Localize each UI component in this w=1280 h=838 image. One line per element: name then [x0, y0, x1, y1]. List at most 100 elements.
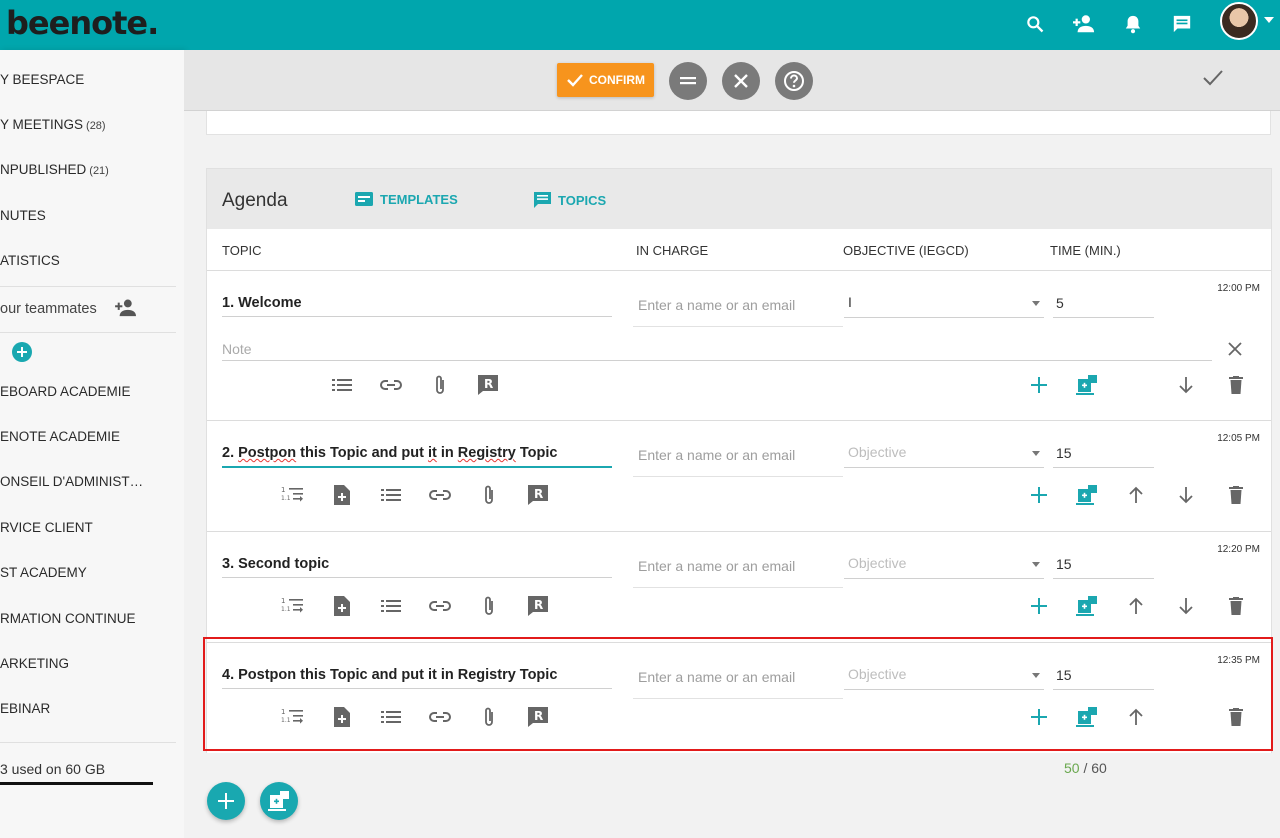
topic-title-input[interactable]: 4. Postpon this Topic and put it in Regi…: [222, 667, 612, 689]
attachment-icon[interactable]: [478, 484, 500, 506]
sidebar-item-my-meetings[interactable]: Y MEETINGS (28): [0, 117, 184, 132]
add-break-icon[interactable]: [1076, 595, 1098, 617]
move-down-icon[interactable]: [1175, 484, 1197, 506]
delete-icon[interactable]: [1225, 374, 1247, 396]
add-person-icon[interactable]: [1069, 9, 1099, 39]
time-input[interactable]: 15: [1053, 445, 1154, 468]
sidebar-item-unpublished[interactable]: NPUBLISHED (21): [0, 162, 184, 177]
objective-select[interactable]: I: [844, 288, 1044, 318]
numbered-list-icon[interactable]: 1 1.1: [281, 706, 303, 728]
move-up-icon[interactable]: [1125, 595, 1147, 617]
confirm-button[interactable]: CONFIRM: [557, 63, 654, 97]
in-charge-input[interactable]: Enter a name or an email: [633, 657, 843, 699]
minus-icon: [680, 77, 696, 85]
delete-icon[interactable]: [1225, 595, 1247, 617]
list-icon[interactable]: [380, 706, 402, 728]
sidebar-item-minutes[interactable]: NUTES: [0, 208, 184, 223]
add-break-button[interactable]: [260, 782, 298, 820]
objective-select[interactable]: Objective: [844, 549, 1044, 579]
column-topic: TOPIC: [222, 243, 262, 258]
sidebar-item-enote-academie[interactable]: ENOTE ACADEMIE: [0, 429, 184, 444]
chevron-down-icon: [1032, 673, 1040, 678]
move-down-icon[interactable]: [1175, 374, 1197, 396]
registry-icon[interactable]: R: [527, 706, 549, 728]
sidebar-item-teammates[interactable]: our teammates: [0, 301, 184, 317]
svg-text:R: R: [534, 709, 543, 723]
list-icon[interactable]: [380, 595, 402, 617]
add-space-icon[interactable]: [12, 342, 32, 362]
minimize-button[interactable]: [669, 62, 707, 100]
sidebar-item-marketing[interactable]: ARKETING: [0, 656, 184, 671]
templates-label: TEMPLATES: [380, 191, 458, 207]
registry-icon[interactable]: R: [527, 595, 549, 617]
attachment-icon[interactable]: [429, 374, 451, 396]
topic-title-input[interactable]: 2. Postpon this Topic and put it in Regi…: [222, 445, 612, 468]
templates-link[interactable]: TEMPLATES: [354, 191, 458, 207]
delete-icon[interactable]: [1225, 484, 1247, 506]
sidebar-item-statistics[interactable]: ATISTICS: [0, 253, 184, 268]
add-document-icon[interactable]: [331, 595, 353, 617]
numbered-list-icon[interactable]: 1 1.1: [281, 595, 303, 617]
in-charge-input[interactable]: Enter a name or an email: [633, 285, 843, 327]
in-charge-input[interactable]: Enter a name or an email: [633, 546, 843, 588]
chevron-down-icon[interactable]: [1264, 17, 1274, 23]
start-time: 12:35 PM: [1217, 655, 1260, 666]
add-document-icon[interactable]: [331, 706, 353, 728]
templates-icon: [355, 192, 373, 206]
search-icon[interactable]: [1020, 9, 1050, 39]
add-subtopic-icon[interactable]: [1028, 484, 1050, 506]
add-topic-button[interactable]: [207, 782, 245, 820]
delete-icon[interactable]: [1225, 706, 1247, 728]
beenote-logo[interactable]: beenote.: [6, 4, 159, 42]
move-up-icon[interactable]: [1125, 706, 1147, 728]
link-icon[interactable]: [429, 706, 451, 728]
add-teammate-icon[interactable]: [114, 298, 138, 323]
registry-icon[interactable]: R: [477, 374, 499, 396]
list-icon[interactable]: [380, 484, 402, 506]
sidebar-item-conseil[interactable]: ONSEIL D'ADMINISTRA...: [0, 474, 184, 489]
sidebar-item-my-beespace[interactable]: Y BEESPACE: [0, 72, 184, 87]
bell-icon[interactable]: [1118, 9, 1148, 39]
link-icon[interactable]: [429, 595, 451, 617]
registry-icon[interactable]: R: [527, 484, 549, 506]
list-icon[interactable]: [331, 374, 353, 396]
close-note-icon[interactable]: [1227, 341, 1243, 357]
sidebar-item-eboard-academie[interactable]: EBOARD ACADEMIE: [0, 384, 184, 399]
objective-select[interactable]: Objective: [844, 660, 1044, 690]
chevron-down-icon: [1032, 301, 1040, 306]
add-break-icon[interactable]: [1076, 706, 1098, 728]
note-input[interactable]: Note: [222, 341, 1212, 361]
svg-text:1: 1: [281, 597, 285, 605]
add-break-icon[interactable]: [1076, 374, 1098, 396]
add-break-icon[interactable]: [1076, 484, 1098, 506]
sidebar-item-webinar[interactable]: EBINAR: [0, 701, 184, 716]
help-button[interactable]: [775, 62, 813, 100]
move-down-icon[interactable]: [1175, 595, 1197, 617]
attachment-icon[interactable]: [478, 595, 500, 617]
sidebar-item-test-academy[interactable]: ST ACADEMY: [0, 565, 184, 580]
time-input[interactable]: 15: [1053, 556, 1154, 579]
chat-icon[interactable]: [1167, 9, 1197, 39]
done-check-icon[interactable]: [1202, 69, 1226, 93]
add-subtopic-icon[interactable]: [1028, 374, 1050, 396]
cancel-button[interactable]: [722, 62, 760, 100]
objective-select[interactable]: Objective: [844, 438, 1044, 468]
topics-link[interactable]: TOPICS: [533, 191, 606, 209]
link-icon[interactable]: [380, 374, 402, 396]
sidebar-item-formation-continue[interactable]: RMATION CONTINUE: [0, 611, 184, 626]
add-document-icon[interactable]: [331, 484, 353, 506]
topic-title-input[interactable]: 3. Second topic: [222, 556, 612, 578]
svg-text:1.1: 1.1: [281, 606, 291, 613]
numbered-list-icon[interactable]: 1 1.1: [281, 484, 303, 506]
add-subtopic-icon[interactable]: [1028, 706, 1050, 728]
attachment-icon[interactable]: [478, 706, 500, 728]
add-subtopic-icon[interactable]: [1028, 595, 1050, 617]
topic-title-input[interactable]: 1. Welcome: [222, 295, 612, 317]
sidebar-item-service-client[interactable]: RVICE CLIENT: [0, 520, 184, 535]
link-icon[interactable]: [429, 484, 451, 506]
time-input[interactable]: 5: [1053, 295, 1154, 318]
move-up-icon[interactable]: [1125, 484, 1147, 506]
user-avatar[interactable]: [1220, 2, 1258, 40]
in-charge-input[interactable]: Enter a name or an email: [633, 435, 843, 477]
time-input[interactable]: 15: [1053, 667, 1154, 690]
